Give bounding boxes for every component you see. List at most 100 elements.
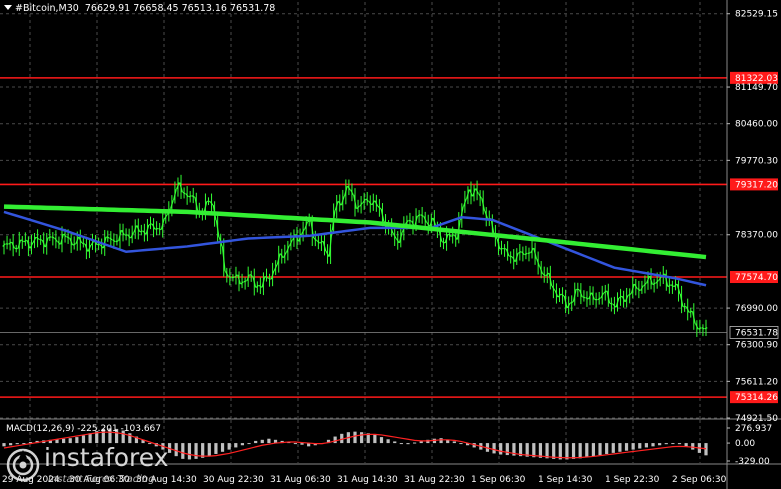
candle-body: [188, 195, 192, 198]
macd-histogram-bar: [267, 438, 271, 444]
macd-histogram-bar: [214, 443, 218, 454]
time-tick-label: 31 Aug 14:30: [337, 475, 398, 485]
macd-histogram-bar: [234, 443, 238, 448]
price-tick-label: 78370.00: [735, 231, 778, 241]
time-tick-label: 1 Sep 14:30: [538, 475, 593, 485]
macd-label: MACD(12,26,9) -225.201 -103.667: [6, 424, 162, 434]
macd-histogram-bar: [591, 443, 596, 457]
candle-body: [158, 227, 162, 231]
price-chart[interactable]: 81322.0379317.2077574.7075314.2676531.78…: [0, 0, 781, 489]
candle-body: [628, 293, 632, 296]
time-tick-label: 1 Sep 06:30: [471, 475, 526, 485]
candle-body: [20, 239, 24, 243]
symbol-dropdown-icon[interactable]: [4, 5, 12, 10]
macd-tick-label: -329.00: [735, 457, 770, 467]
time-tick-label: 31 Aug 06:30: [270, 475, 331, 485]
ohlc-low: 76513.16: [181, 3, 227, 14]
level-price-label: 77574.70: [735, 273, 778, 283]
candle-body: [81, 242, 85, 245]
macd-histogram-bar: [419, 441, 423, 444]
macd-histogram-bar: [459, 443, 463, 445]
bullseye-logo-icon: [6, 448, 40, 482]
candle-body: [701, 327, 705, 330]
candle-body: [689, 310, 693, 313]
macd-histogram-bar: [406, 443, 410, 445]
macd-tick-label: 0.00: [735, 439, 755, 449]
brand-logo: instaforex Instant Forex Trading: [6, 443, 206, 488]
macd-histogram-bar: [373, 434, 377, 444]
macd-histogram-bar: [88, 433, 92, 444]
candle-body: [35, 236, 40, 240]
candle-body: [66, 236, 70, 239]
candle-body: [597, 297, 601, 301]
candle-body: [115, 240, 119, 243]
brand-tagline: Instant Forex Trading: [48, 474, 155, 485]
brand-name: instaforex: [44, 443, 169, 472]
candle-body: [518, 251, 522, 254]
macd-histogram-bar: [333, 436, 337, 444]
macd-histogram-bar: [565, 443, 569, 460]
macd-histogram-bar: [631, 443, 635, 450]
macd-histogram-bar: [227, 443, 231, 450]
macd-histogram-bar: [571, 443, 576, 459]
candle-body: [698, 327, 702, 330]
candle-body: [618, 295, 623, 299]
candle-body: [509, 255, 513, 258]
macd-histogram-bar: [353, 431, 357, 444]
macd-histogram-bar: [644, 443, 648, 448]
candle-body: [441, 241, 446, 244]
candle-body: [112, 239, 116, 243]
ohlc-open: 76629.91: [84, 3, 131, 14]
macd-tick-label: 276.937: [735, 424, 772, 434]
price-series: [2, 174, 708, 337]
candle-body: [255, 284, 260, 288]
candle-body: [243, 280, 247, 283]
macd-histogram-bar: [677, 443, 682, 445]
candle-body: [582, 296, 586, 299]
level-price-label: 75314.26: [735, 393, 778, 403]
price-tick-label: 79770.30: [735, 156, 778, 166]
chart-grid: [0, 2, 727, 463]
candle-body: [603, 290, 607, 294]
macd-histogram-bar: [585, 443, 589, 458]
candle-body: [420, 214, 424, 217]
price-tick-label: 81149.70: [735, 83, 778, 93]
ohlc-high: 76658.45: [133, 3, 179, 14]
macd-histogram-bar: [611, 443, 615, 453]
candle-body: [39, 238, 43, 241]
ohlc-close: 76531.78: [230, 3, 276, 14]
candle-body: [51, 236, 55, 239]
macd-histogram-bar: [578, 443, 582, 459]
macd-histogram-bar: [254, 440, 258, 444]
macd-histogram-bar: [207, 443, 211, 457]
candle-body: [106, 236, 110, 239]
macd-histogram-bar: [691, 443, 695, 450]
macd-histogram-bar: [505, 443, 509, 456]
candle-body: [704, 327, 708, 330]
macd-histogram-bar: [552, 443, 556, 459]
candle-body: [585, 297, 589, 300]
level-price-label: 79317.20: [735, 180, 778, 190]
macd-histogram-bar: [658, 443, 662, 446]
macd-histogram-bar: [651, 443, 655, 447]
macd-histogram-bar: [260, 439, 264, 444]
candle-body: [182, 191, 186, 195]
macd-histogram-bar: [598, 443, 602, 456]
candle-body: [570, 301, 574, 304]
price-tick-label: 76990.00: [735, 304, 778, 314]
macd-histogram-bar: [300, 443, 304, 445]
macd-histogram-bar: [360, 432, 364, 444]
candle-body: [637, 288, 641, 292]
candle-body: [670, 284, 675, 288]
macd-histogram-bar: [220, 443, 225, 452]
candle-body: [524, 252, 528, 256]
candle-body: [191, 195, 195, 198]
candle-body: [652, 282, 656, 286]
candle-body: [8, 241, 12, 245]
symbol-name: #Bitcoin,M30: [15, 3, 79, 14]
macd-histogram-bar: [15, 443, 19, 445]
symbol-header: #Bitcoin,M30 76629.91 76658.45 76513.16 …: [4, 3, 275, 14]
macd-histogram-bar: [379, 437, 384, 444]
candle-body: [148, 223, 153, 226]
macd-histogram-bar: [413, 442, 417, 444]
